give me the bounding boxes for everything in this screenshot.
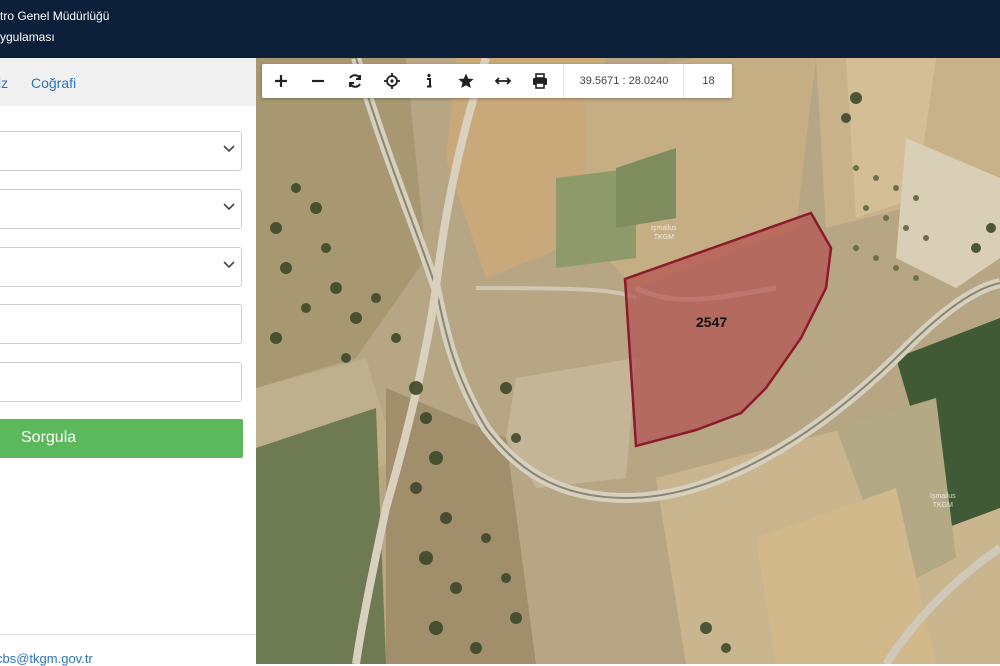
block-input[interactable] [0,304,242,344]
measure-icon [494,77,512,85]
header-title: tro Genel Müdürlüğü [0,9,110,23]
district-select[interactable] [0,189,242,229]
satellite-imagery [256,58,1000,664]
locate-icon [384,73,400,89]
zoom-in-icon [275,75,287,87]
map-view[interactable]: 2547 Işmailus TKGM Işmailus TKGM 39.5671… [256,58,1000,664]
sidebar-tabs: iz Coğrafi [0,58,256,106]
zoom-out-button[interactable] [299,64,336,98]
query-button[interactable]: Sorgula [0,419,243,458]
app-header: tro Genel Müdürlüğü ygulaması [0,0,1000,58]
sidebar-footer: cbs@tkgm.gov.tr [0,634,256,666]
coordinate-readout: 39.5671 : 28.0240 [563,64,684,98]
chevron-down-icon [223,145,235,153]
locate-button[interactable] [373,64,410,98]
refresh-button[interactable] [336,64,373,98]
chevron-down-icon [223,203,235,211]
watermark: Işmailus TKGM [651,225,677,241]
favorite-button[interactable] [447,64,484,98]
info-button[interactable] [410,64,447,98]
star-icon [458,73,474,88]
parcel-number-label: 2547 [696,314,728,330]
info-icon [427,73,432,88]
print-icon [533,73,547,89]
tab-idari[interactable]: iz [0,75,8,91]
chevron-down-icon [223,261,235,269]
print-button[interactable] [521,64,558,98]
zoom-out-icon [312,79,324,83]
neighborhood-select[interactable] [0,247,242,287]
province-select[interactable] [0,131,242,171]
refresh-icon [349,74,361,88]
query-button-label: Sorgula [21,429,77,446]
tab-cografi[interactable]: Coğrafi [31,75,76,91]
watermark: Işmailus TKGM [930,493,956,509]
header-subtitle: ygulaması [0,30,55,44]
sidebar: iz Coğrafi Sorgula cbs@tkgm.gov.tr [0,58,256,666]
zoom-level-readout: 18 [683,64,733,98]
zoom-in-button[interactable] [262,64,299,98]
parcel-input[interactable] [0,362,242,402]
map-toolbar: 39.5671 : 28.0240 18 [262,64,732,98]
measure-button[interactable] [484,64,521,98]
